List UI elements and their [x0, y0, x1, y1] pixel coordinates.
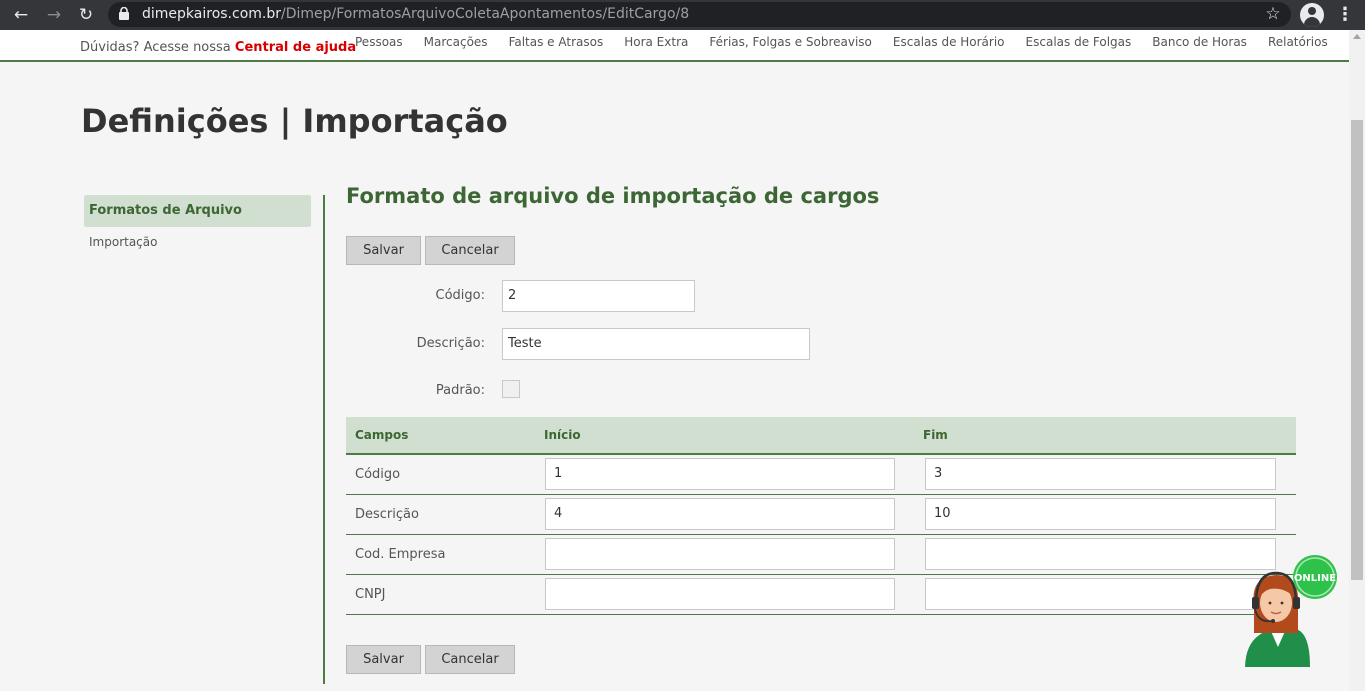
menu-item-escalas-horario[interactable]: Escalas de Horário [893, 35, 1005, 49]
row-field-name: Código [355, 467, 401, 482]
row-field-name: CNPJ [355, 587, 386, 602]
row-field-name: Cod. Empresa [355, 547, 446, 562]
header-inicio: Início [544, 428, 581, 442]
reload-icon[interactable]: ↻ [75, 4, 97, 26]
inicio-input[interactable]: 1 [545, 458, 895, 490]
descricao-input[interactable]: Teste [502, 328, 810, 360]
support-agent-icon: ONLINE [1245, 555, 1337, 667]
cancel-button-bottom[interactable]: Cancelar [425, 645, 515, 674]
sidenav-item-importacao[interactable]: Importação [84, 227, 311, 259]
main-menu: Pessoas Marcações Faltas e Atrasos Hora Ext… [355, 35, 1349, 49]
fields-table: Campos Início Fim Código 1 3 Descrição 4… [346, 417, 1296, 615]
menu-item-faltas-atrasos[interactable]: Faltas e Atrasos [509, 35, 604, 49]
menu-item-pessoas[interactable]: Pessoas [355, 35, 403, 49]
back-arrow-icon[interactable]: ← [10, 4, 32, 26]
page-scrollbar[interactable] [1349, 30, 1365, 691]
fim-input[interactable] [925, 538, 1276, 570]
side-navigation: Formatos de Arquivo Importação [84, 195, 311, 259]
browser-menu-icon[interactable]: ⋮ [1336, 3, 1354, 27]
scroll-thumb[interactable] [1351, 120, 1363, 580]
table-row: Descrição 4 10 [346, 495, 1296, 535]
top-navigation: Dúvidas? Acesse nossa Central de ajuda P… [0, 30, 1349, 62]
save-button-bottom[interactable]: Salvar [346, 645, 421, 674]
online-support-widget[interactable]: ONLINE [1240, 555, 1340, 670]
inicio-input[interactable]: 4 [545, 498, 895, 530]
content-divider [323, 195, 325, 684]
account-icon[interactable] [1300, 3, 1324, 27]
header-fim: Fim [923, 428, 948, 442]
padrao-checkbox[interactable] [502, 380, 520, 398]
descricao-label: Descrição: [416, 336, 485, 351]
save-button-top[interactable]: Salvar [346, 236, 421, 265]
inicio-input[interactable] [545, 538, 895, 570]
address-bar[interactable]: dimepkairos.com.br/Dimep/FormatosArquivo… [108, 2, 1291, 27]
fim-input[interactable]: 10 [925, 498, 1276, 530]
online-badge-text: ONLINE [1294, 573, 1336, 584]
row-field-name: Descrição [355, 507, 419, 522]
menu-item-marcacoes[interactable]: Marcações [424, 35, 488, 49]
fim-input[interactable]: 3 [925, 458, 1276, 490]
header-campos: Campos [355, 428, 409, 442]
cancel-button-top[interactable]: Cancelar [425, 236, 515, 265]
menu-item-hora-extra[interactable]: Hora Extra [624, 35, 688, 49]
fim-input[interactable] [925, 578, 1276, 610]
inicio-input[interactable] [545, 578, 895, 610]
url-text: dimepkairos.com.br/Dimep/FormatosArquivo… [142, 6, 690, 22]
codigo-input[interactable]: 2 [502, 280, 695, 312]
browser-toolbar: ← → ↻ dimepkairos.com.br/Dimep/FormatosA… [0, 0, 1365, 30]
codigo-label: Código: [435, 288, 485, 303]
bookmark-star-icon[interactable]: ☆ [1263, 3, 1283, 25]
forward-arrow-icon[interactable]: → [43, 4, 65, 26]
menu-item-relatorios[interactable]: Relatórios [1268, 35, 1328, 49]
menu-item-ferias[interactable]: Férias, Folgas e Sobreaviso [709, 35, 872, 49]
help-center-link[interactable]: Central de ajuda [235, 40, 356, 55]
table-header: Campos Início Fim [346, 417, 1296, 455]
help-prefix: Dúvidas? Acesse nossa [80, 40, 231, 55]
scroll-up-icon[interactable] [1353, 34, 1361, 39]
help-text: Dúvidas? Acesse nossa Central de ajuda [80, 40, 356, 55]
menu-item-escalas-folgas[interactable]: Escalas de Folgas [1026, 35, 1132, 49]
table-row: CNPJ [346, 575, 1296, 615]
menu-item-banco-horas[interactable]: Banco de Horas [1152, 35, 1247, 49]
page-title: Definições | Importação [81, 102, 508, 140]
padrao-label: Padrão: [435, 383, 485, 398]
table-row: Código 1 3 [346, 455, 1296, 495]
table-row: Cod. Empresa [346, 535, 1296, 575]
sidenav-item-formatos-arquivo[interactable]: Formatos de Arquivo [84, 195, 311, 227]
lock-icon [119, 7, 129, 20]
form-title: Formato de arquivo de importação de carg… [346, 184, 880, 208]
